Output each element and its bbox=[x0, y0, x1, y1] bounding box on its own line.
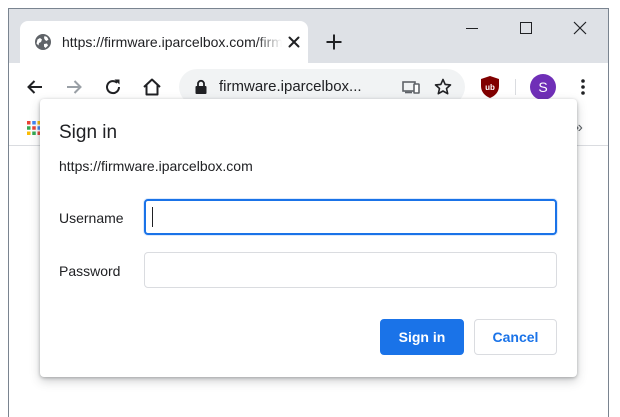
tab-title: https://firmware.iparcelbox.com/firmware bbox=[62, 34, 282, 50]
profile-avatar[interactable]: S bbox=[530, 74, 556, 100]
password-label: Password bbox=[59, 263, 121, 279]
password-field[interactable] bbox=[144, 252, 557, 288]
cancel-button[interactable]: Cancel bbox=[474, 319, 557, 355]
sign-in-button[interactable]: Sign in bbox=[380, 319, 464, 355]
maximize-icon[interactable] bbox=[511, 15, 541, 41]
address-text[interactable]: firmware.iparcelbox... bbox=[219, 77, 399, 97]
dialog-title: Sign in bbox=[59, 122, 118, 143]
text-caret bbox=[152, 207, 153, 227]
apps-grid-icon[interactable] bbox=[27, 121, 41, 135]
star-icon[interactable] bbox=[433, 77, 453, 97]
close-tab-icon[interactable] bbox=[284, 32, 304, 52]
back-arrow-icon[interactable] bbox=[23, 75, 47, 99]
minimize-icon[interactable] bbox=[457, 15, 487, 41]
username-label: Username bbox=[59, 210, 124, 226]
home-icon[interactable] bbox=[140, 75, 164, 99]
tab-firmware[interactable]: https://firmware.iparcelbox.com/firmware bbox=[20, 21, 308, 63]
forward-arrow-icon[interactable] bbox=[62, 75, 86, 99]
kebab-menu-icon[interactable] bbox=[571, 75, 595, 99]
reload-icon[interactable] bbox=[101, 75, 125, 99]
window-close-icon[interactable] bbox=[565, 15, 595, 41]
cast-icon[interactable] bbox=[401, 77, 421, 97]
tab-strip: https://firmware.iparcelbox.com/firmware bbox=[9, 9, 608, 63]
lock-icon[interactable] bbox=[194, 79, 208, 95]
new-tab-icon[interactable] bbox=[322, 30, 346, 54]
dialog-origin: https://firmware.iparcelbox.com bbox=[59, 158, 253, 174]
ublock-origin-icon[interactable]: ub bbox=[479, 75, 501, 99]
username-field[interactable] bbox=[144, 199, 557, 235]
globe-icon bbox=[35, 34, 51, 50]
svg-text:ub: ub bbox=[485, 83, 495, 92]
sign-in-dialog: Sign in https://firmware.iparcelbox.com … bbox=[40, 99, 577, 377]
toolbar-separator bbox=[515, 79, 516, 95]
